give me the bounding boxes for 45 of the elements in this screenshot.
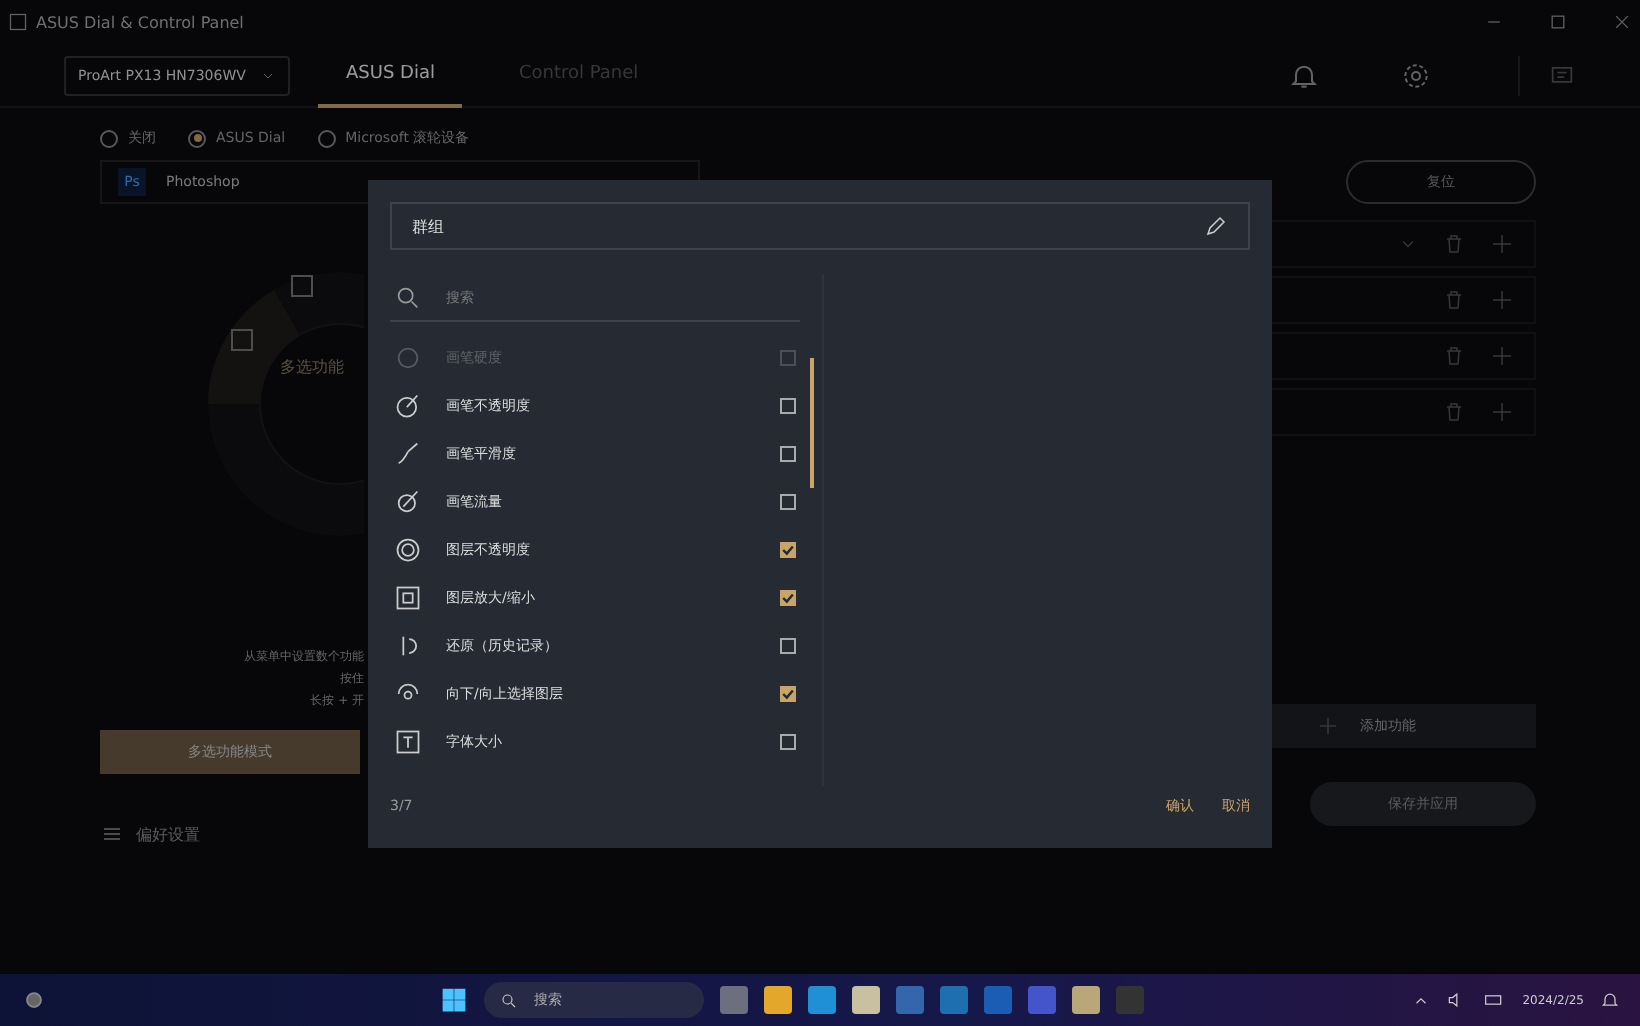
app-icon (8, 12, 28, 32)
resize-icon (394, 584, 422, 612)
taskbar-app-icon[interactable] (808, 986, 836, 1014)
checkbox[interactable] (780, 542, 796, 558)
checkbox[interactable] (780, 734, 796, 750)
search-icon (500, 991, 518, 1009)
trash-icon (1442, 288, 1466, 312)
dial-label: 多选功能 (280, 356, 344, 378)
window-title: ASUS Dial & Control Panel (36, 13, 246, 31)
pencil-icon (1204, 214, 1228, 238)
checkbox[interactable] (780, 494, 796, 510)
taskbar-app-icon[interactable] (984, 986, 1012, 1014)
message-icon (1548, 61, 1576, 89)
windows-icon (440, 986, 468, 1014)
search-icon (394, 283, 422, 311)
taskbar-app-icon[interactable] (940, 986, 968, 1014)
brush-icon (394, 440, 422, 468)
circle-icon (394, 344, 422, 372)
plus-icon (1316, 714, 1340, 738)
brush-icon (394, 488, 422, 516)
taskbar-app-icon[interactable] (1072, 986, 1100, 1014)
checkbox[interactable] (780, 686, 796, 702)
checkbox[interactable] (780, 446, 796, 462)
taskbar-app-icon[interactable] (1028, 986, 1056, 1014)
notification-icon (1600, 990, 1620, 1010)
maximize-icon (1548, 12, 1568, 32)
taskbar-app-icon[interactable] (896, 986, 924, 1014)
checkbox[interactable] (780, 590, 796, 606)
scrollbar-thumb[interactable] (809, 358, 813, 488)
taskbar-app-icon[interactable] (720, 986, 748, 1014)
checkbox[interactable] (780, 398, 796, 414)
layers-icon (394, 536, 422, 564)
trash-icon (1442, 400, 1466, 424)
taskbar-app-icon[interactable] (764, 986, 792, 1014)
trash-icon (1442, 344, 1466, 368)
checkbox[interactable] (780, 638, 796, 654)
text-size-icon (394, 728, 422, 756)
taskbar-app-icon[interactable] (852, 986, 880, 1014)
trash-icon (1442, 232, 1466, 256)
close-icon (1612, 12, 1632, 32)
tab[interactable]: ASUS Dial (318, 43, 463, 107)
brush-icon (394, 392, 422, 420)
group-name-field[interactable]: 群组 (390, 202, 1250, 250)
taskbar-app-icon[interactable] (1116, 986, 1144, 1014)
settings-icon (1400, 59, 1432, 91)
